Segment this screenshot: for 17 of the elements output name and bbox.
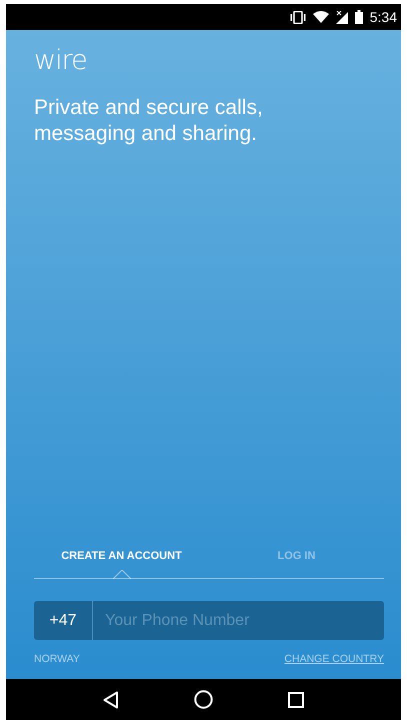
phone-field[interactable]: +47 Your Phone Number: [34, 601, 384, 640]
change-country-link[interactable]: CHANGE COUNTRY: [284, 653, 384, 665]
wifi-icon: [312, 11, 329, 23]
tab[interactable]: CREATE AN ACCOUNT: [34, 541, 209, 578]
clock: 5:34: [370, 9, 397, 25]
recents-icon[interactable]: [288, 692, 304, 708]
signal-icon: [336, 10, 348, 24]
back-icon[interactable]: [103, 690, 120, 708]
country-name: NORWAY: [34, 653, 80, 665]
home-icon[interactable]: [194, 690, 213, 709]
tab[interactable]: LOG IN: [209, 541, 384, 578]
logo: wire: [34, 46, 88, 76]
country-code[interactable]: +47: [34, 601, 93, 640]
tab-indicator-icon: [112, 570, 130, 579]
tagline: Private and secure calls, messaging and sharing.: [34, 95, 264, 147]
battery-icon: [354, 10, 363, 24]
vibrate-icon: [290, 10, 306, 24]
